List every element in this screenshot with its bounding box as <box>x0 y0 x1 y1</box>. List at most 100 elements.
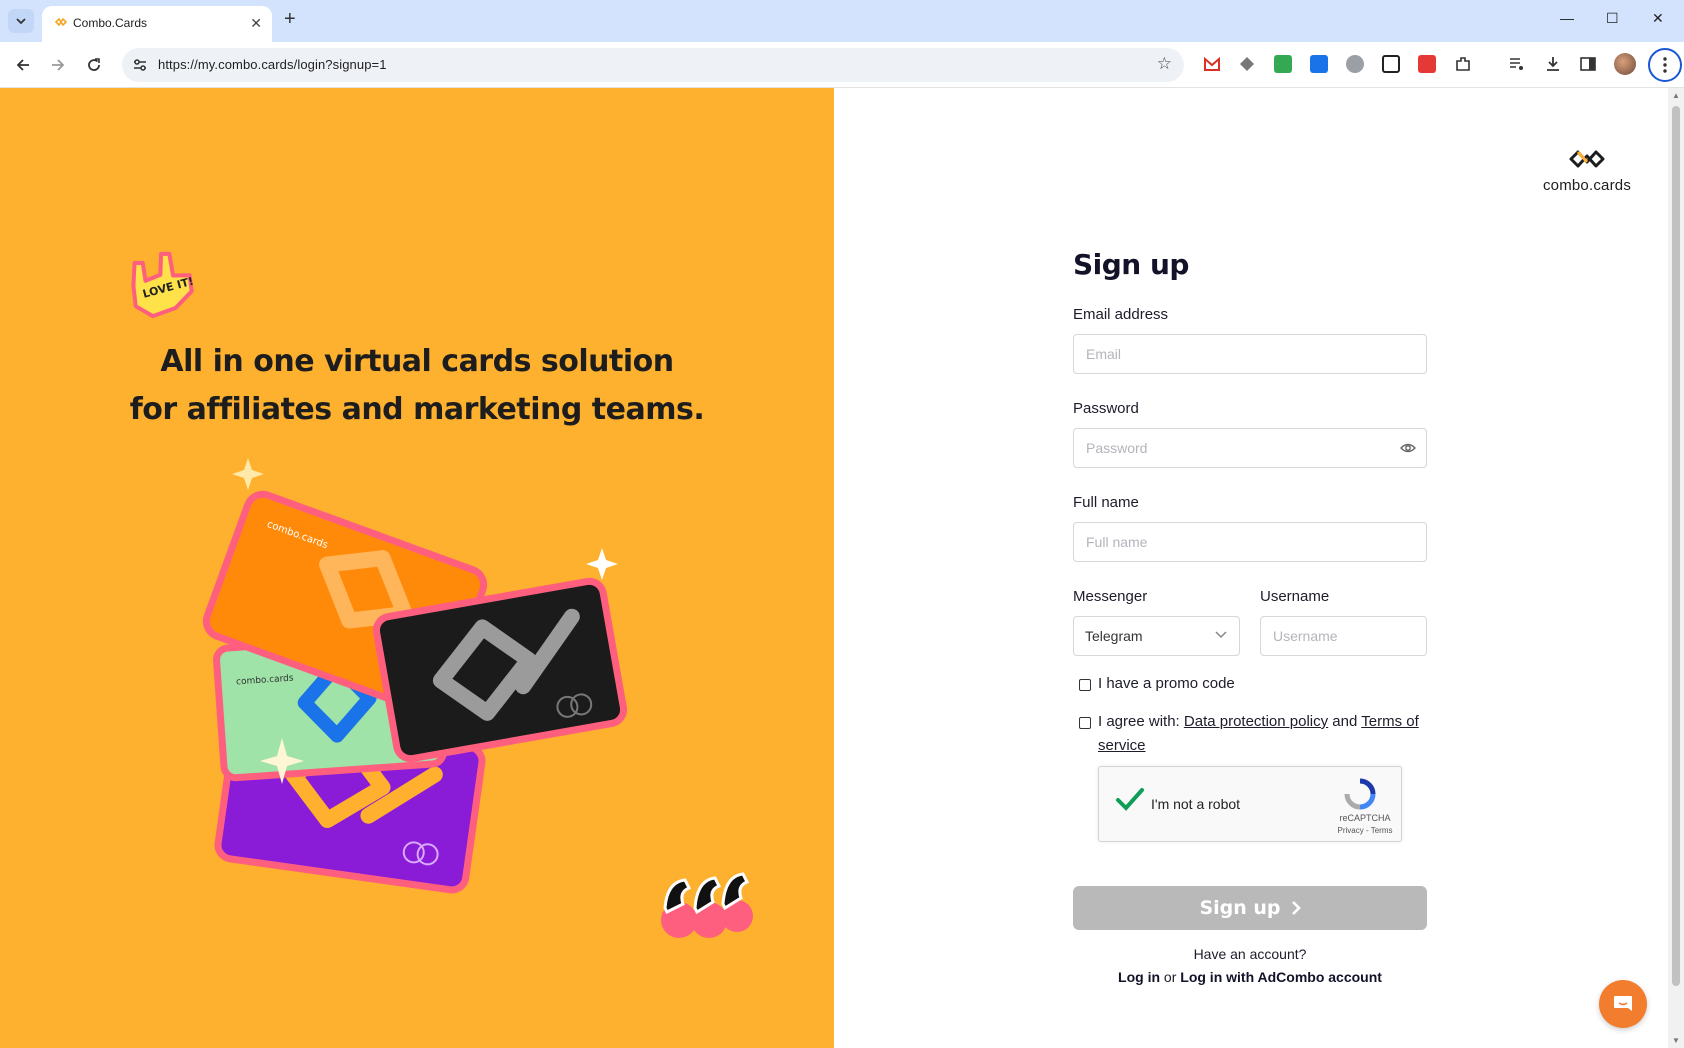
tag-extension-icon[interactable] <box>1238 55 1256 73</box>
password-label: Password <box>1073 400 1139 417</box>
scrollbar-thumb[interactable] <box>1672 106 1680 986</box>
maximize-button[interactable]: ☐ <box>1606 10 1619 27</box>
forward-button[interactable] <box>46 53 70 77</box>
messenger-row: Messenger Telegram Username Username <box>1073 578 1427 656</box>
messenger-label: Messenger <box>1073 588 1148 605</box>
messenger-value: Telegram <box>1085 628 1143 644</box>
more-vert-icon <box>1663 57 1667 73</box>
messenger-column: Messenger Telegram <box>1073 578 1240 656</box>
promo-checkbox[interactable] <box>1079 679 1091 691</box>
reload-icon <box>88 58 100 71</box>
page-scrollbar[interactable]: ▲ ▼ <box>1668 88 1684 1048</box>
back-button[interactable] <box>11 53 35 77</box>
forward-arrow-icon <box>52 59 65 71</box>
agree-text: I agree with: Data protection policy and… <box>1098 710 1427 758</box>
minimize-button[interactable]: — <box>1560 10 1574 26</box>
blue-extension-icon[interactable] <box>1310 55 1328 73</box>
side-panel-icon[interactable] <box>1578 54 1598 74</box>
form-title: Sign up <box>1073 248 1189 281</box>
bookmark-star-icon[interactable]: ☆ <box>1157 54 1172 74</box>
logo-wordmark: combo.cards <box>1542 177 1632 194</box>
login-links: Log in or Log in with AdCombo account <box>1073 969 1427 985</box>
sign-up-button[interactable]: Sign up <box>1073 886 1427 930</box>
quote-marks-sticker-icon <box>661 872 753 938</box>
tab-search-button[interactable] <box>8 9 34 33</box>
recaptcha-logo-icon <box>1344 778 1376 810</box>
tab-close-icon[interactable]: ✕ <box>250 15 262 32</box>
page-content: LOVE IT! All in one virtual cards soluti… <box>0 88 1684 1048</box>
close-window-button[interactable]: ✕ <box>1652 10 1664 27</box>
agree-prefix: I agree with: <box>1098 713 1184 730</box>
chevron-right-icon <box>1291 901 1301 915</box>
chevron-down-icon <box>16 17 26 24</box>
chevron-down-icon <box>1215 631 1227 639</box>
tab-combo-cards[interactable]: Combo.Cards ✕ <box>42 6 272 42</box>
and-text: and <box>1328 713 1362 730</box>
scroll-up-icon[interactable]: ▲ <box>1672 91 1680 100</box>
email-placeholder: Email <box>1086 346 1122 362</box>
email-field[interactable]: Email <box>1073 334 1427 374</box>
recaptcha-brand: reCAPTCHA <box>1339 813 1391 823</box>
sparkle-icon <box>232 458 264 490</box>
password-placeholder: Password <box>1086 440 1148 456</box>
recaptcha-widget[interactable]: I'm not a robot reCAPTCHA Privacy - Term… <box>1098 766 1402 842</box>
combo-favicon-icon <box>54 17 68 27</box>
promo-row: I have a promo code <box>1073 672 1427 696</box>
username-label: Username <box>1260 588 1330 605</box>
sign-up-button-label: Sign up <box>1199 897 1281 919</box>
messenger-select[interactable]: Telegram <box>1073 616 1240 656</box>
tab-strip: Combo.Cards ✕ + — ☐ ✕ <box>0 0 1684 42</box>
gmail-extension-icon[interactable] <box>1203 55 1221 73</box>
browser-menu-button[interactable] <box>1648 48 1682 82</box>
combo-logo-icon <box>1569 150 1605 168</box>
headline-line-2: for affiliates and marketing teams. <box>129 392 705 427</box>
love-it-hand-sticker-icon: LOVE IT! <box>131 251 195 319</box>
agree-row: I agree with: Data protection policy and… <box>1073 710 1427 758</box>
email-label: Email address <box>1073 306 1169 323</box>
notion-extension-icon[interactable] <box>1382 55 1400 73</box>
username-field[interactable]: Username <box>1260 616 1427 656</box>
address-bar[interactable]: https://my.combo.cards/login?signup=1 ☆ <box>122 48 1184 82</box>
username-placeholder: Username <box>1273 628 1338 644</box>
fullname-label: Full name <box>1073 494 1139 511</box>
login-adcombo-link[interactable]: Log in with AdCombo account <box>1180 969 1382 985</box>
site-info-icon[interactable] <box>130 55 150 75</box>
checkmark-icon[interactable] <box>1115 787 1145 813</box>
extensions-puzzle-icon[interactable] <box>1453 54 1473 74</box>
reload-button[interactable] <box>82 53 106 77</box>
media-control-icon[interactable] <box>1507 54 1527 74</box>
cards-illustration: combo.cards combo.cards <box>202 458 628 894</box>
scroll-down-icon[interactable]: ▼ <box>1672 1036 1680 1045</box>
chat-widget-button[interactable] <box>1599 980 1647 1028</box>
promo-label[interactable]: I have a promo code <box>1098 672 1235 696</box>
have-account-text: Have an account? <box>1193 946 1307 962</box>
tab-title: Combo.Cards <box>73 16 148 30</box>
url-text[interactable]: https://my.combo.cards/login?signup=1 <box>158 57 387 72</box>
chat-icon <box>1614 996 1632 1011</box>
fullname-placeholder: Full name <box>1086 534 1148 550</box>
recaptcha-links[interactable]: Privacy - Terms <box>1335 826 1395 835</box>
username-column: Username Username <box>1260 578 1427 656</box>
new-tab-button[interactable]: + <box>284 9 296 29</box>
hero-panel: LOVE IT! All in one virtual cards soluti… <box>0 88 834 1048</box>
back-arrow-icon <box>16 59 29 71</box>
grey-extension-icon[interactable] <box>1346 55 1364 73</box>
or-text: or <box>1160 969 1181 985</box>
profile-avatar[interactable] <box>1614 53 1636 75</box>
captcha-label: I'm not a robot <box>1151 796 1241 812</box>
data-policy-link[interactable]: Data protection policy <box>1184 713 1328 730</box>
fullname-field[interactable]: Full name <box>1073 522 1427 562</box>
login-link[interactable]: Log in <box>1118 969 1160 985</box>
password-field[interactable]: Password <box>1073 428 1427 468</box>
combo-cards-logo[interactable]: combo.cards <box>1532 148 1642 194</box>
green-extension-icon[interactable] <box>1274 55 1292 73</box>
agree-checkbox[interactable] <box>1079 717 1091 729</box>
browser-toolbar: https://my.combo.cards/login?signup=1 ☆ <box>0 42 1684 88</box>
eye-icon[interactable] <box>1400 441 1416 455</box>
headline-line-1: All in one virtual cards solution <box>160 344 674 379</box>
sparkle-icon <box>586 548 618 580</box>
hero-headline: All in one virtual cards solution for af… <box>0 338 834 434</box>
signup-form: Sign up Email address Email Password Pas… <box>1073 248 1427 758</box>
red-extension-icon[interactable] <box>1418 55 1436 73</box>
downloads-icon[interactable] <box>1543 54 1563 74</box>
